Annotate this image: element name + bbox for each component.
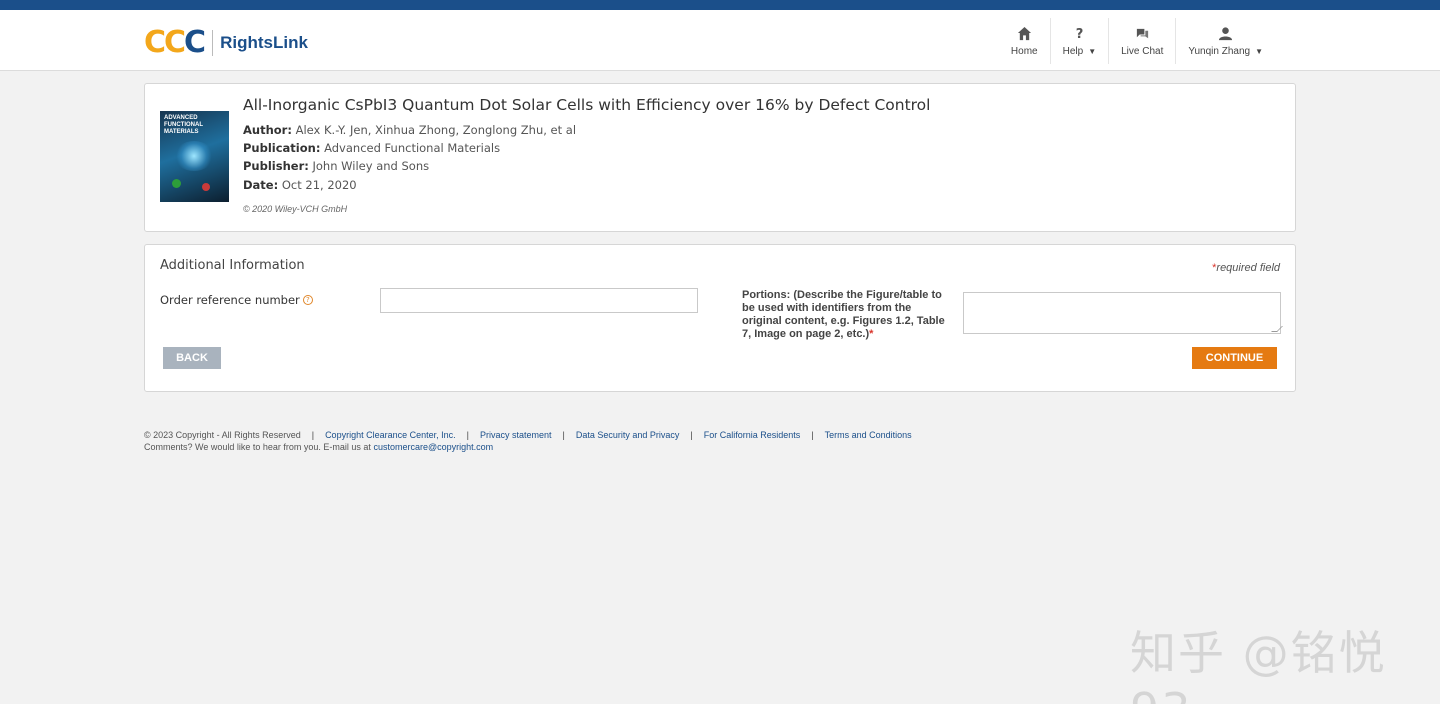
order-reference-input[interactable] — [380, 288, 698, 313]
footer-link-terms[interactable]: Terms and Conditions — [825, 429, 912, 441]
cover-ball-red — [202, 183, 210, 191]
journal-cover-image: ADVANCED FUNCTIONAL MATERIALS — [160, 111, 229, 202]
article-title: All-Inorganic CsPbI3 Quantum Dot Solar C… — [243, 96, 931, 114]
footer-separator: | — [690, 430, 693, 440]
order-reference-label-text: Order reference number — [160, 293, 300, 307]
publication-row: Publication: Advanced Functional Materia… — [243, 139, 576, 157]
home-icon — [1017, 26, 1031, 40]
portions-label-text: Portions: (Describe the Figure/table to … — [742, 289, 945, 340]
nav-home-label: Home — [1010, 45, 1038, 57]
rightslink-logo[interactable]: CCC RightsLink — [144, 25, 308, 60]
site-footer: © 2023 Copyright - All Rights Reserved |… — [144, 429, 912, 453]
publisher-label: Publisher: — [243, 159, 309, 174]
footer-separator: | — [562, 430, 565, 440]
section-heading: Additional Information — [160, 258, 305, 273]
portions-textarea[interactable] — [963, 292, 1281, 334]
additional-info-card: Additional Information *required field O… — [144, 244, 1296, 392]
portions-label: Portions: (Describe the Figure/table to … — [742, 289, 947, 341]
nav-help[interactable]: ? Help ▼ — [1049, 18, 1109, 64]
ccc-logo: CCC — [144, 25, 206, 60]
continue-button[interactable]: CONTINUE — [1192, 347, 1277, 369]
logo-divider — [212, 30, 214, 56]
article-copyright: © 2020 Wiley-VCH GmbH — [243, 204, 348, 214]
publisher-row: Publisher: John Wiley and Sons — [243, 157, 576, 175]
svg-text:?: ? — [1076, 27, 1084, 41]
back-button[interactable]: BACK — [163, 347, 221, 369]
publication-label: Publication: — [243, 141, 321, 156]
footer-link-ccc[interactable]: Copyright Clearance Center, Inc. — [325, 429, 456, 441]
footer-separator: | — [811, 430, 814, 440]
watermark-text: 知乎 @铭悦93 — [1130, 626, 1387, 704]
required-field-note: *required field — [1212, 262, 1280, 274]
footer-email-link[interactable]: customercare@copyright.com — [373, 441, 493, 453]
date-row: Date: Oct 21, 2020 — [243, 176, 576, 194]
footer-link-data-security[interactable]: Data Security and Privacy — [576, 429, 680, 441]
user-name: Yunqin Zhang — [1188, 45, 1251, 57]
footer-separator: | — [311, 430, 315, 440]
top-nav: Home ? Help ▼ Live Chat Yunqin Zhang ▼ — [999, 18, 1275, 64]
top-accent-bar — [0, 0, 1440, 10]
site-header: CCC RightsLink Home ? Help ▼ Live Chat Yu… — [0, 10, 1440, 71]
cover-title: ADVANCED FUNCTIONAL MATERIALS — [164, 115, 203, 135]
author-row: Author: Alex K.-Y. Jen, Xinhua Zhong, Zo… — [243, 121, 576, 139]
footer-link-california[interactable]: For California Residents — [704, 429, 801, 441]
article-meta: Author: Alex K.-Y. Jen, Xinhua Zhong, Zo… — [243, 121, 576, 194]
footer-comments-row: Comments? We would like to hear from you… — [144, 441, 912, 453]
nav-help-label: Help — [1062, 45, 1084, 57]
nav-home[interactable]: Home — [999, 18, 1050, 64]
order-reference-label: Order reference number ? — [160, 293, 313, 307]
footer-copyright: © 2023 Copyright - All Rights Reserved — [144, 430, 301, 440]
cover-glow — [174, 141, 214, 171]
footer-comments: Comments? We would like to hear from you… — [144, 442, 371, 452]
footer-separator: | — [466, 430, 469, 440]
chevron-down-icon: ▼ — [1088, 46, 1097, 56]
nav-live-chat-label: Live Chat — [1121, 45, 1164, 57]
footer-links-row: © 2023 Copyright - All Rights Reserved |… — [144, 429, 912, 441]
question-icon: ? — [1076, 27, 1084, 41]
cover-ball-green — [172, 179, 181, 188]
nav-live-chat[interactable]: Live Chat — [1108, 18, 1175, 64]
date-label: Date: — [243, 177, 279, 192]
chevron-down-icon: ▼ — [1255, 46, 1263, 56]
author-label: Author: — [243, 123, 292, 137]
publisher-value: John Wiley and Sons — [312, 159, 430, 174]
nav-user-menu[interactable]: Yunqin Zhang ▼ — [1175, 18, 1275, 64]
required-note-text: required field — [1216, 262, 1280, 274]
footer-link-privacy[interactable]: Privacy statement — [480, 429, 552, 441]
publication-value: Advanced Functional Materials — [324, 141, 501, 156]
user-icon — [1219, 26, 1233, 40]
author-value: Alex K.-Y. Jen, Xinhua Zhong, Zonglong Z… — [295, 123, 577, 137]
required-star: * — [869, 328, 874, 340]
article-card: ADVANCED FUNCTIONAL MATERIALS All-Inorga… — [144, 83, 1296, 232]
info-icon[interactable]: ? — [302, 295, 313, 305]
chat-icon — [1136, 28, 1148, 38]
date-value: Oct 21, 2020 — [281, 177, 357, 192]
brand-name: RightsLink — [220, 33, 308, 52]
